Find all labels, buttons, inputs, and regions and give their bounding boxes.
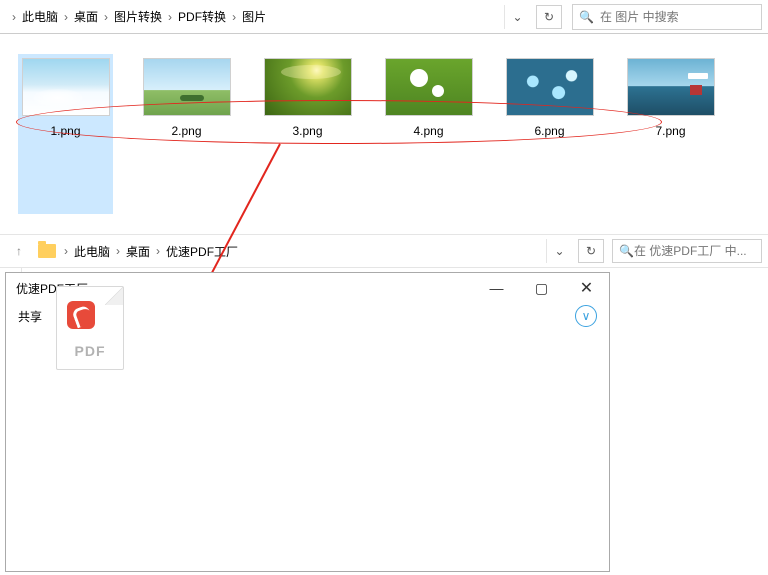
image-thumbnail bbox=[506, 58, 594, 116]
breadcrumb-item[interactable]: 图片转换 bbox=[110, 6, 166, 27]
search-box[interactable]: 🔍 bbox=[612, 239, 762, 263]
up-arrow-icon: ↑ bbox=[16, 244, 22, 258]
maximize-button[interactable]: ▢ bbox=[519, 273, 564, 303]
breadcrumb[interactable]: › 此电脑 › 桌面 › 图片转换 › PDF转换 › 图片 bbox=[6, 5, 504, 29]
breadcrumb-item[interactable]: PDF转换 bbox=[174, 6, 230, 27]
address-dropdown-button[interactable]: ⌄ bbox=[504, 5, 530, 29]
chevron-right-icon: › bbox=[154, 244, 162, 258]
file-name-label: 1.png bbox=[50, 124, 80, 138]
file-item[interactable]: 2.png bbox=[139, 54, 234, 214]
file-name-label: 2.png bbox=[171, 124, 201, 138]
search-icon: 🔍 bbox=[619, 244, 634, 258]
image-thumbnail bbox=[143, 58, 231, 116]
chevron-right-icon: › bbox=[62, 10, 70, 24]
image-thumbnail bbox=[385, 58, 473, 116]
file-name-label: 7.png bbox=[655, 124, 685, 138]
breadcrumb-item[interactable]: 桌面 bbox=[70, 6, 102, 27]
refresh-button[interactable]: ↻ bbox=[536, 5, 562, 29]
breadcrumb[interactable]: › 此电脑 › 桌面 › 优速PDF工厂 bbox=[62, 241, 546, 262]
pdf-text-label: PDF bbox=[57, 343, 123, 359]
search-input[interactable] bbox=[634, 244, 755, 258]
chevron-right-icon: › bbox=[230, 10, 238, 24]
help-icon: ∨ bbox=[582, 309, 591, 323]
search-icon: 🔍 bbox=[579, 10, 594, 24]
refresh-icon: ↻ bbox=[586, 244, 596, 258]
help-button[interactable]: ∨ bbox=[575, 305, 597, 327]
breadcrumb-item[interactable]: 优速PDF工厂 bbox=[162, 241, 242, 262]
chevron-right-icon: › bbox=[102, 10, 110, 24]
maximize-icon: ▢ bbox=[535, 280, 548, 297]
image-thumbnail bbox=[627, 58, 715, 116]
file-name-label: 4.png bbox=[413, 124, 443, 138]
close-button[interactable]: ✕ bbox=[564, 273, 609, 303]
close-icon: ✕ bbox=[580, 278, 593, 298]
file-item[interactable]: 1.png bbox=[18, 54, 113, 214]
chevron-right-icon: › bbox=[166, 10, 174, 24]
folder-icon bbox=[38, 244, 56, 258]
up-button[interactable]: ↑ bbox=[6, 244, 32, 258]
breadcrumb-item[interactable]: 图片 bbox=[238, 6, 270, 27]
file-item[interactable]: 6.png bbox=[502, 54, 597, 214]
chevron-right-icon: › bbox=[114, 244, 122, 258]
file-grid[interactable]: 1.png 2.png 3.png 4.png 6.png 7.png bbox=[0, 34, 768, 234]
pdf-badge-icon bbox=[67, 301, 95, 329]
search-input[interactable] bbox=[600, 10, 755, 24]
breadcrumb-item[interactable]: 此电脑 bbox=[18, 6, 62, 27]
breadcrumb-item[interactable]: 此电脑 bbox=[70, 241, 114, 262]
chevron-right-icon: › bbox=[62, 244, 70, 258]
file-item[interactable]: 7.png bbox=[623, 54, 718, 214]
chevron-down-icon: ⌄ bbox=[554, 244, 564, 258]
search-box[interactable]: 🔍 bbox=[572, 4, 762, 30]
pdf-file-icon: PDF bbox=[56, 286, 124, 370]
minimize-icon: — bbox=[490, 280, 504, 296]
refresh-icon: ↻ bbox=[544, 10, 554, 24]
file-name-label: 6.png bbox=[534, 124, 564, 138]
refresh-button[interactable]: ↻ bbox=[578, 239, 604, 263]
address-bar: ↑ › 此电脑 › 桌面 › 优速PDF工厂 ⌄ ↻ 🔍 bbox=[0, 234, 768, 268]
tab-share[interactable]: 共享 bbox=[18, 308, 42, 325]
minimize-button[interactable]: — bbox=[474, 273, 519, 303]
chevron-right-icon: › bbox=[10, 10, 18, 24]
file-name-label: 3.png bbox=[292, 124, 322, 138]
file-item[interactable]: 4.png bbox=[381, 54, 476, 214]
top-address-bar: › 此电脑 › 桌面 › 图片转换 › PDF转换 › 图片 ⌄ ↻ 🔍 bbox=[0, 0, 768, 34]
image-thumbnail bbox=[22, 58, 110, 116]
address-dropdown-button[interactable]: ⌄ bbox=[546, 239, 572, 263]
breadcrumb-item[interactable]: 桌面 bbox=[122, 241, 154, 262]
chevron-down-icon: ⌄ bbox=[512, 10, 522, 24]
file-item[interactable]: 3.png bbox=[260, 54, 355, 214]
image-thumbnail bbox=[264, 58, 352, 116]
